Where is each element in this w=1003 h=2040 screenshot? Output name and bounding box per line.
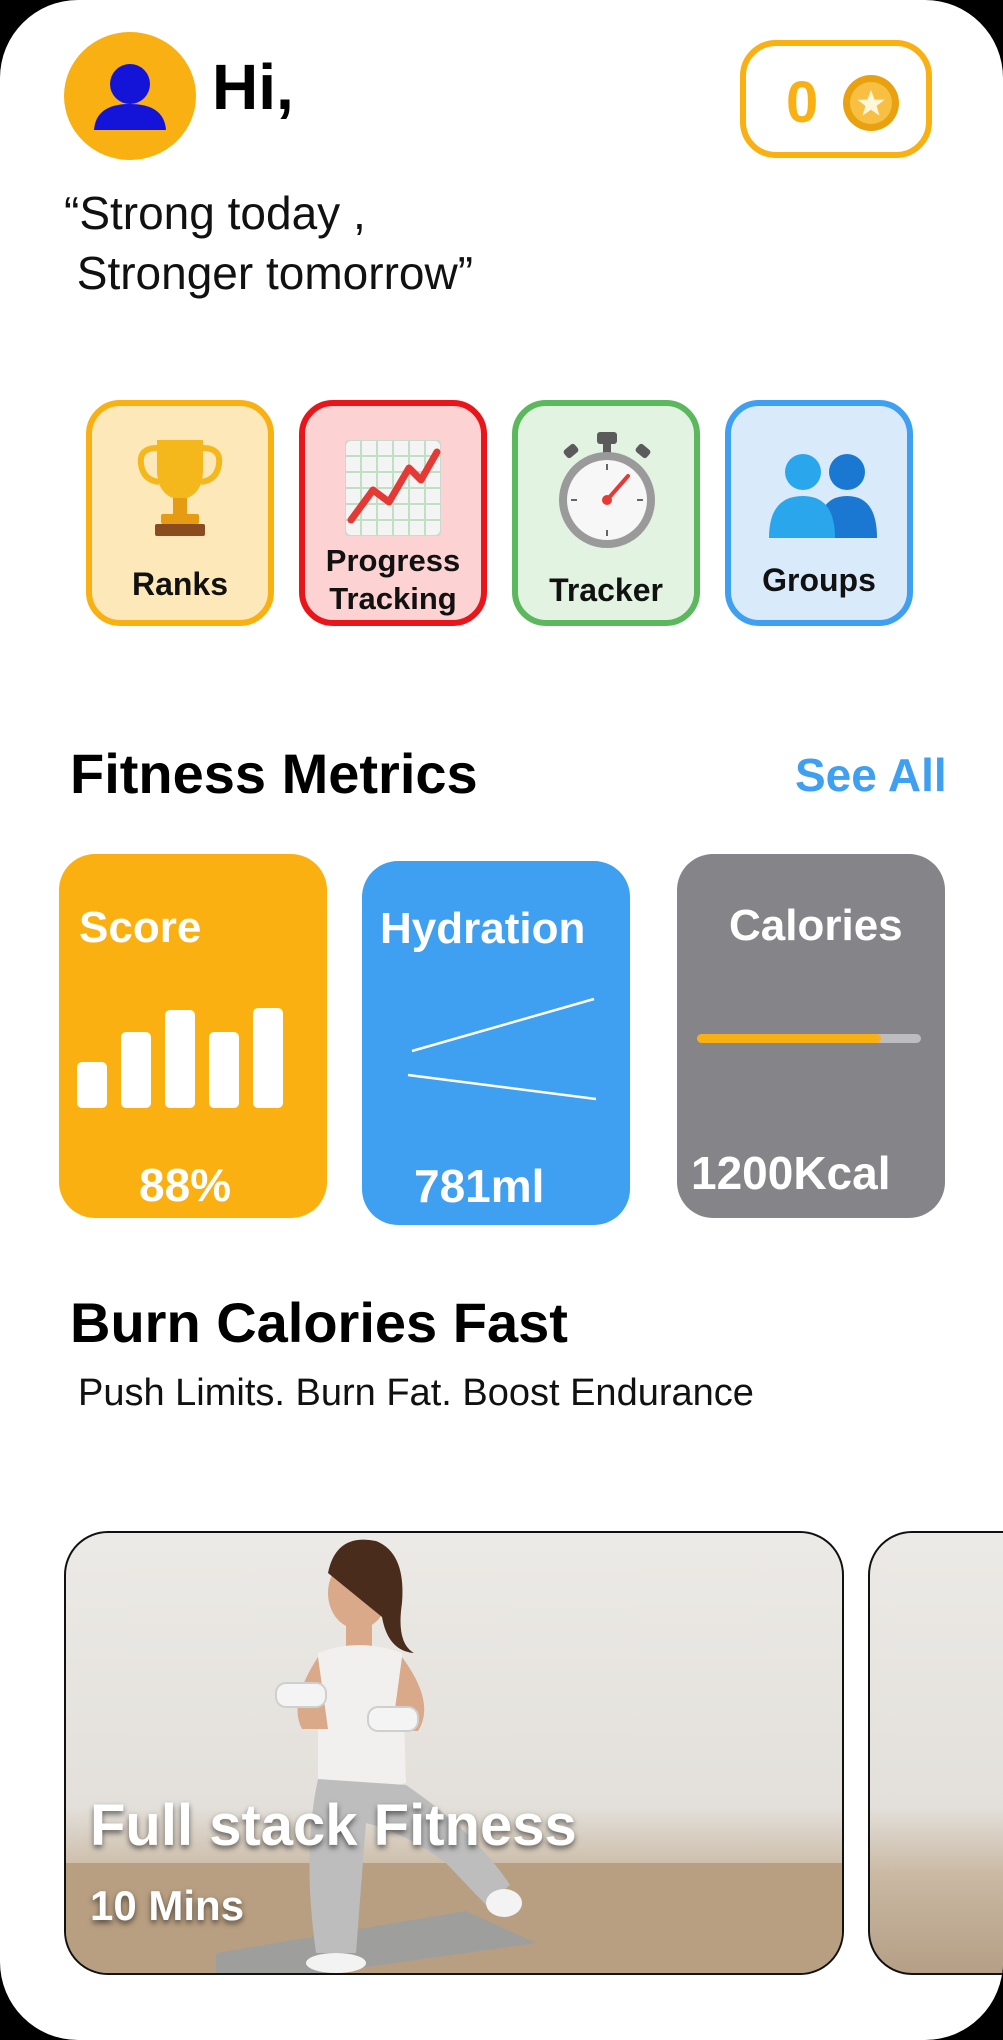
burn-calories-heading: Burn Calories Fast (70, 1291, 568, 1354)
workout-duration: 10 Mins (90, 1882, 245, 1929)
coin-balance-button[interactable]: 0 (740, 40, 932, 158)
groups-button[interactable]: Groups (725, 400, 913, 626)
ranks-label: Ranks (131, 566, 229, 602)
motivational-quote: “Strong today , Stronger tomorrow” (64, 187, 474, 299)
hydration-title: Hydration (380, 904, 586, 953)
ranks-button[interactable]: Ranks (86, 400, 274, 626)
score-value: 88% (139, 1159, 232, 1211)
user-icon (94, 64, 166, 130)
score-title: Score (79, 903, 202, 952)
hydration-card[interactable]: Hydration 781ml (362, 861, 630, 1225)
coin-icon (843, 75, 899, 131)
burn-calories-subtitle: Push Limits. Burn Fat. Boost Endurance (78, 1372, 754, 1414)
calories-value: 1200Kcal (691, 1147, 891, 1199)
fitness-metrics-heading: Fitness Metrics (70, 742, 478, 805)
calories-title: Calories (729, 901, 903, 950)
trophy-icon (137, 440, 223, 536)
score-bars (77, 1004, 283, 1108)
groups-label: Groups (762, 562, 876, 598)
greeting: Hi, (212, 51, 294, 123)
coin-count: 0 (786, 70, 819, 135)
stopwatch-icon (559, 432, 655, 548)
workout-card-next[interactable] (868, 1531, 1003, 1975)
people-icon (769, 454, 877, 538)
workout-card[interactable]: Full stack Fitness 10 Mins (64, 1531, 844, 1975)
see-all-link[interactable]: See All (795, 752, 947, 798)
calories-progress-track (697, 1034, 921, 1043)
score-bar-5 (253, 1008, 283, 1108)
hydration-graphic (407, 997, 597, 1101)
workout-title: Full stack Fitness (90, 1793, 577, 1858)
tracker-label: Tracker (549, 572, 663, 608)
chart-increasing-icon (345, 440, 441, 536)
avatar[interactable] (64, 32, 196, 160)
score-card[interactable]: Score 88% (59, 854, 327, 1218)
progress-tracking-label: Progress Tracking (325, 543, 461, 616)
hydration-value: 781ml (414, 1160, 545, 1212)
phone-screen: Hi, 0 “Strong today , Stronger tomorrow”… (0, 0, 1003, 2040)
score-bar-4 (209, 1032, 239, 1108)
score-bar-3 (165, 1010, 195, 1108)
tracker-button[interactable]: Tracker (512, 400, 700, 626)
score-bar-2 (121, 1032, 151, 1108)
calories-card[interactable]: Calories 1200Kcal (677, 854, 945, 1218)
calories-progress-fill (697, 1034, 881, 1043)
progress-tracking-button[interactable]: Progress Tracking (299, 400, 487, 626)
score-bar-1 (77, 1062, 107, 1108)
